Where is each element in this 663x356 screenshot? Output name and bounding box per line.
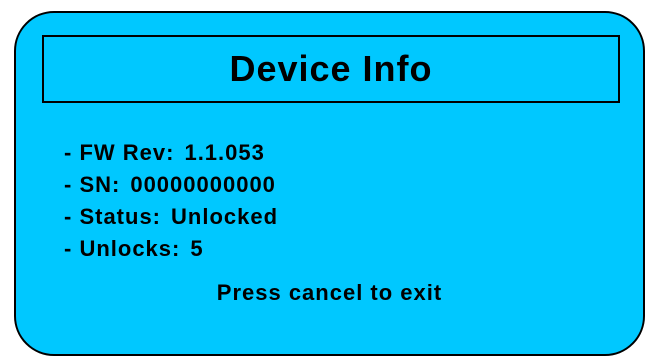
- info-label-status: - Status:: [64, 204, 161, 229]
- info-value-unlocks: 5: [190, 236, 204, 261]
- info-label-fw-rev: - FW Rev:: [64, 140, 175, 165]
- footer-hint: Press cancel to exit: [216, 280, 443, 305]
- device-info-screen: Device Info - FW Rev: 1.1.053 - SN: 000000…: [14, 11, 645, 356]
- info-row-unlocks: - Unlocks: 5: [64, 233, 278, 265]
- info-row-fw-rev: - FW Rev: 1.1.053: [64, 137, 278, 169]
- page-title: Device Info: [229, 48, 433, 89]
- info-label-sn: - SN:: [64, 172, 121, 197]
- info-row-status: - Status: Unlocked: [64, 201, 278, 233]
- info-value-status: Unlocked: [171, 204, 279, 229]
- info-value-fw-rev: 1.1.053: [184, 140, 265, 165]
- title-box: Device Info: [42, 35, 620, 103]
- info-list: - FW Rev: 1.1.053 - SN: 00000000000 - Stat…: [64, 137, 278, 265]
- info-label-unlocks: - Unlocks:: [64, 236, 181, 261]
- info-value-sn: 00000000000: [130, 172, 276, 197]
- info-row-sn: - SN: 00000000000: [64, 169, 278, 201]
